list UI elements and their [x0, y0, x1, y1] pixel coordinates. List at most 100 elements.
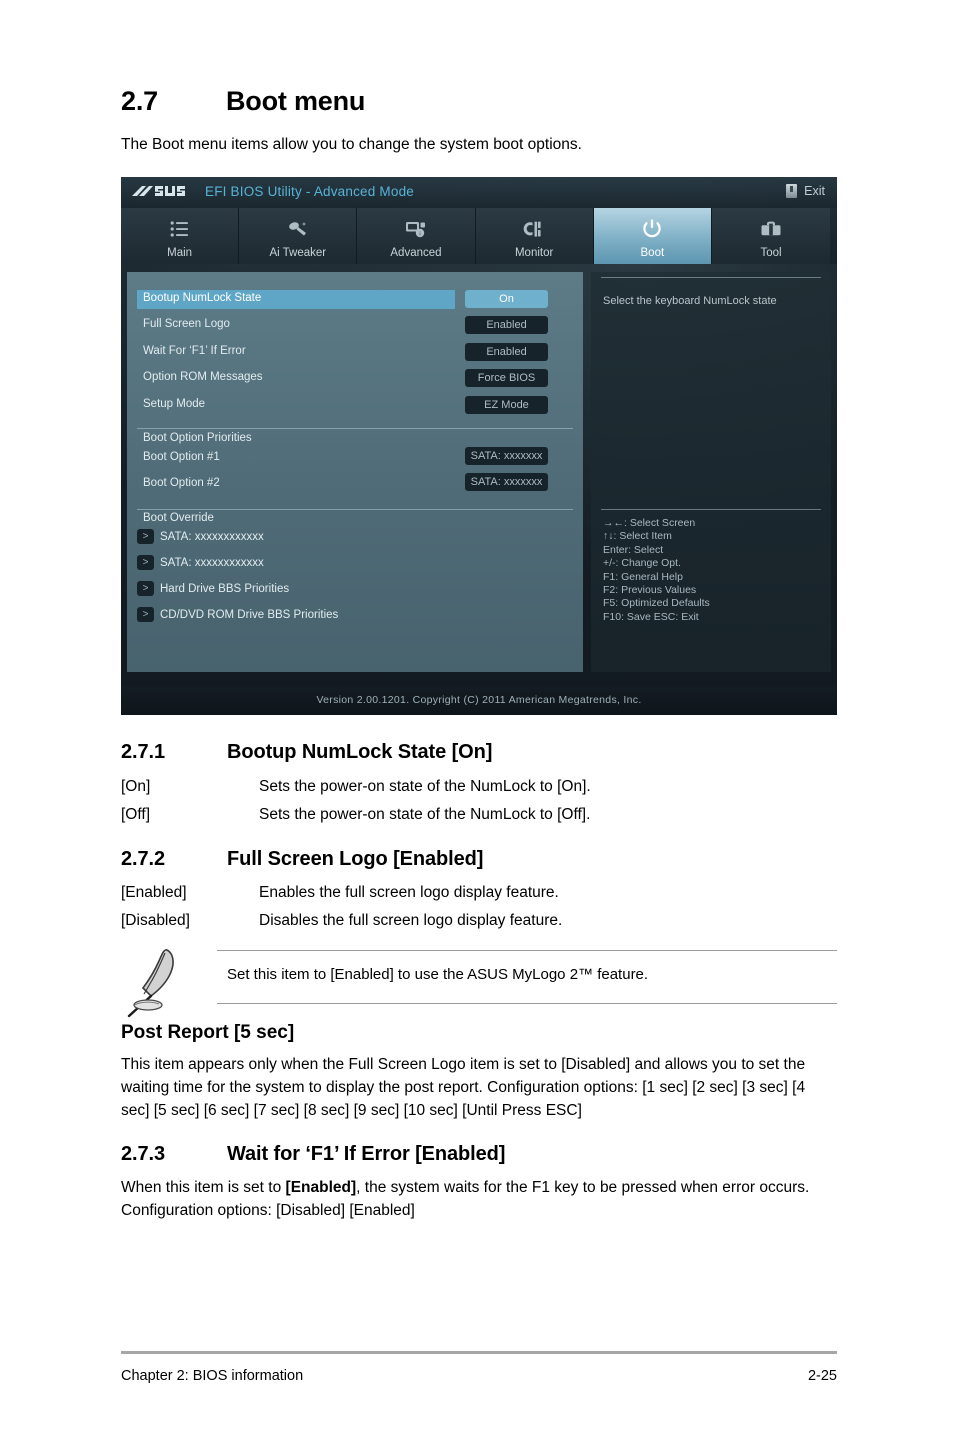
intro-paragraph: The Boot menu items allow you to change … — [121, 136, 582, 153]
subsection-title: Wait for ‘F1’ If Error [Enabled] — [227, 1143, 506, 1165]
option-desc: Disables the full screen logo display fe… — [259, 912, 563, 929]
help-key: ↑↓: Select Item — [603, 530, 672, 543]
exit-label: Exit — [804, 184, 825, 198]
tab-ai-tweaker[interactable]: Ai Tweaker — [239, 208, 358, 264]
bios-content-pane: Bootup NumLock State On Full Screen Logo… — [127, 272, 583, 672]
option-desc: Sets the power-on state of the NumLock t… — [259, 806, 591, 823]
boot-option-label: Boot Option #1 — [143, 451, 220, 463]
help-key: →←: Select Screen — [603, 517, 696, 529]
boot-override-label: CD/DVD ROM Drive BBS Priorities — [160, 608, 339, 621]
boot-override-label: SATA: xxxxxxxxxxxx — [160, 530, 264, 543]
option-key: [Off] — [121, 806, 151, 823]
option-row-on: [On] Sets the power-on state of the NumLo… — [121, 778, 591, 796]
divider — [601, 277, 821, 278]
note-divider-top — [217, 950, 837, 951]
help-key: F10: Save ESC: Exit — [603, 610, 699, 623]
option-row-disabled: [Disabled] Disables the full screen logo … — [121, 912, 562, 930]
tab-label: Boot — [640, 247, 665, 259]
heading-2-7-2: 2.7.2 Full Screen Logo [Enabled] — [121, 848, 483, 871]
boot-override-item-sata-1[interactable]: > SATA: xxxxxxxxxxxx — [137, 528, 264, 545]
help-key: Enter: Select — [603, 543, 664, 556]
setting-label: Full Screen Logo — [143, 318, 230, 330]
boot-option-2-value[interactable]: SATA: xxxxxxx — [465, 473, 548, 491]
subsection-number: 2.7.2 — [121, 848, 165, 870]
tab-monitor[interactable]: Monitor — [475, 208, 594, 264]
paragraph-text-bold: [Enabled] — [285, 1179, 357, 1196]
option-row-off: [Off] Sets the power-on state of the NumL… — [121, 806, 590, 824]
power-icon — [637, 216, 667, 242]
heading-2-7-1: 2.7.1 Bootup NumLock State [On] — [121, 741, 492, 764]
boot-option-1-value[interactable]: SATA: xxxxxxx — [465, 447, 548, 465]
tab-boot[interactable]: Boot — [593, 208, 712, 264]
boot-override-label: SATA: xxxxxxxxxxxx — [160, 556, 264, 569]
boot-override-label: Hard Drive BBS Priorities — [160, 582, 290, 595]
toolbox-icon — [756, 216, 786, 242]
svg-text:i: i — [419, 231, 420, 237]
bios-tabstrip: Main Ai Tweaker i Advanced Monitor Boot … — [121, 208, 837, 264]
boot-override-item-cddvd-bbs[interactable]: > CD/DVD ROM Drive BBS Priorities — [137, 606, 338, 623]
tab-tool[interactable]: Tool — [711, 208, 831, 264]
monitor-icon — [519, 216, 549, 242]
footer-page-number: 2-25 — [807, 1368, 837, 1384]
divider — [137, 509, 573, 510]
option-row-enabled: [Enabled] Enables the full screen logo di… — [121, 884, 559, 902]
help-key: F2: Previous Values — [603, 584, 697, 597]
chevron-right-icon: > — [137, 581, 154, 596]
pencil-note-icon — [127, 949, 174, 1018]
divider — [601, 509, 821, 510]
note-divider-bottom — [217, 1003, 837, 1004]
tab-advanced[interactable]: i Advanced — [357, 208, 476, 264]
heading-2-7-3: 2.7.3 Wait for ‘F1’ If Error [Enabled] — [121, 1143, 505, 1166]
asus-logo — [132, 186, 185, 196]
setting-value-option-rom[interactable]: Force BIOS — [465, 369, 548, 387]
tweaker-icon — [283, 216, 313, 242]
help-key-legend: →←: Select Screen ↑↓: Select Item Enter:… — [603, 517, 819, 624]
setting-value-full-screen-logo[interactable]: Enabled — [465, 316, 548, 334]
chevron-right-icon: > — [137, 529, 154, 544]
tab-main[interactable]: Main — [121, 208, 240, 264]
note-box: Set this item to [Enabled] to use the AS… — [121, 946, 837, 1018]
help-key: +/-: Change Opt. — [603, 557, 681, 570]
bios-titlebar: EFI BIOS Utility - Advanced Mode Exit — [121, 177, 837, 208]
subsection-number: 2.7.3 — [121, 1143, 165, 1165]
setting-label: Bootup NumLock State — [143, 292, 262, 304]
chevron-right-icon: > — [137, 607, 154, 622]
option-desc: Enables the full screen logo display fea… — [259, 884, 559, 901]
help-key: F1: General Help — [603, 570, 683, 583]
group-header-boot-override: Boot Override — [143, 512, 214, 524]
help-key: F5: Optimized Defaults — [603, 597, 710, 610]
setting-label: Wait For ‘F1’ If Error — [143, 345, 246, 357]
tab-label: Monitor — [514, 247, 554, 259]
chevron-right-icon: > — [137, 555, 154, 570]
setting-label: Setup Mode — [143, 398, 206, 410]
subsection-number: 2.7.1 — [121, 741, 165, 763]
footer-chapter-label: Chapter 2: BIOS information — [121, 1368, 304, 1384]
list-icon — [165, 216, 195, 242]
footer-divider — [121, 1351, 837, 1354]
group-header-boot-priorities: Boot Option Priorities — [143, 432, 252, 444]
bios-help-pane: Select the keyboard NumLock state →←: Se… — [591, 272, 831, 672]
setting-value-bootup-numlock[interactable]: On — [465, 290, 548, 308]
tab-label: Ai Tweaker — [269, 247, 327, 259]
setting-value-setup-mode[interactable]: EZ Mode — [465, 396, 548, 414]
bios-screenshot: EFI BIOS Utility - Advanced Mode Exit Ma… — [121, 177, 837, 715]
boot-option-label: Boot Option #2 — [143, 477, 220, 489]
page-title: 2.7 Boot menu — [121, 86, 365, 117]
subsection-title: Full Screen Logo [Enabled] — [227, 848, 484, 870]
bios-exit-button[interactable]: Exit — [786, 184, 825, 198]
version-text: Version 2.00.1201. Copyright (C) 2011 Am… — [316, 694, 642, 706]
advanced-icon: i — [401, 216, 431, 242]
post-report-paragraph: This item appears only when the Full Scr… — [121, 1056, 806, 1119]
setting-value-wait-f1[interactable]: Enabled — [465, 343, 548, 361]
exit-icon — [786, 184, 798, 198]
document-page: 2.7 Boot menu The Boot menu items allow y… — [0, 0, 954, 1438]
subsection-title: Bootup NumLock State [On] — [227, 741, 493, 763]
option-key: [On] — [121, 778, 151, 795]
tab-label: Tool — [760, 247, 782, 259]
tab-label: Main — [167, 247, 193, 259]
boot-override-item-hdd-bbs[interactable]: > Hard Drive BBS Priorities — [137, 580, 289, 597]
option-key: [Disabled] — [121, 912, 190, 929]
bios-version-bar: Version 2.00.1201. Copyright (C) 2011 Am… — [121, 685, 837, 715]
setting-label: Option ROM Messages — [143, 371, 263, 383]
boot-override-item-sata-2[interactable]: > SATA: xxxxxxxxxxxx — [137, 554, 264, 571]
